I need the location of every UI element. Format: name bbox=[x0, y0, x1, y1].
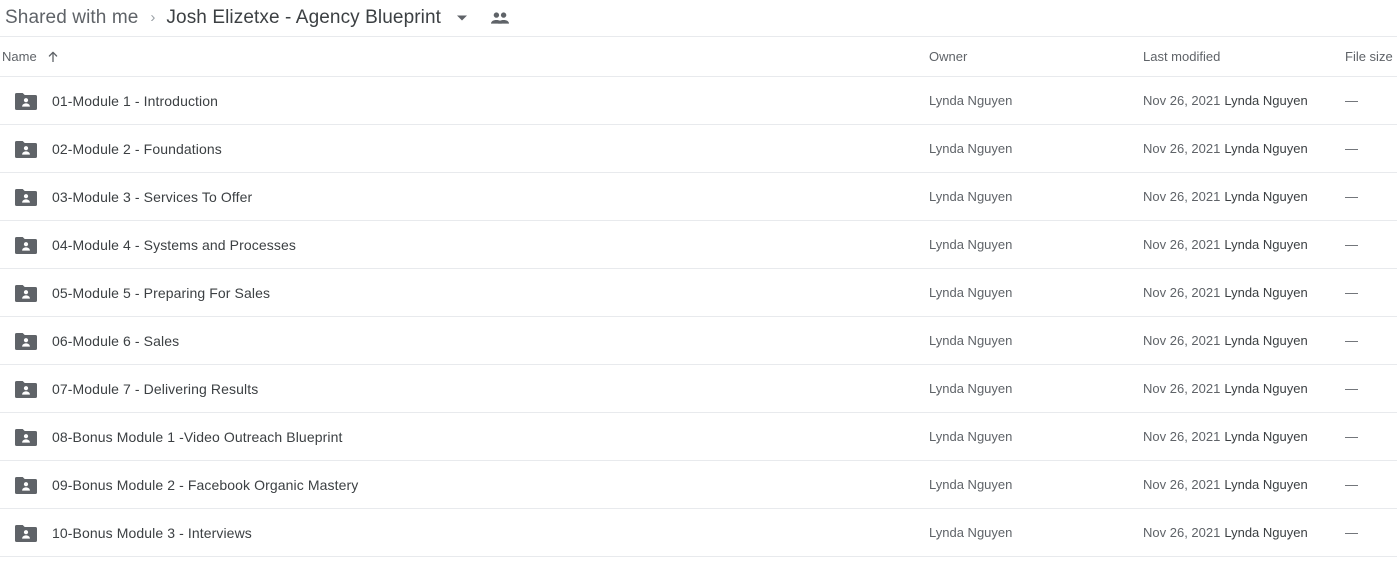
file-owner: Lynda Nguyen bbox=[929, 237, 1013, 252]
column-header-last-modified[interactable]: Last modified bbox=[1143, 49, 1220, 64]
last-modified-by: Lynda Nguyen bbox=[1224, 381, 1308, 396]
file-owner: Lynda Nguyen bbox=[929, 141, 1013, 156]
file-name[interactable]: 06-Module 6 - Sales bbox=[52, 333, 179, 349]
last-modified-by: Lynda Nguyen bbox=[1224, 93, 1308, 108]
column-header-name[interactable]: Name bbox=[2, 49, 61, 65]
table-row[interactable]: 03-Module 3 - Services To Offer Lynda Ngu… bbox=[0, 173, 1397, 221]
last-modified-date: Nov 26, 2021 bbox=[1143, 93, 1221, 108]
file-last-modified: Nov 26, 2021 Lynda Nguyen bbox=[1143, 93, 1308, 108]
file-name[interactable]: 10-Bonus Module 3 - Interviews bbox=[52, 525, 252, 541]
file-size: — bbox=[1345, 285, 1358, 300]
shared-folder-icon bbox=[14, 233, 38, 257]
shared-folder-icon bbox=[14, 185, 38, 209]
file-last-modified: Nov 26, 2021 Lynda Nguyen bbox=[1143, 189, 1308, 204]
breadcrumb-root-link[interactable]: Shared with me bbox=[5, 7, 138, 29]
file-owner: Lynda Nguyen bbox=[929, 429, 1013, 444]
shared-folder-icon bbox=[14, 473, 38, 497]
last-modified-date: Nov 26, 2021 bbox=[1143, 333, 1221, 348]
table-row[interactable]: 09-Bonus Module 2 - Facebook Organic Mas… bbox=[0, 461, 1397, 509]
file-name[interactable]: 05-Module 5 - Preparing For Sales bbox=[52, 285, 270, 301]
file-name[interactable]: 08-Bonus Module 1 -Video Outreach Bluepr… bbox=[52, 429, 342, 445]
shared-folder-icon bbox=[14, 329, 38, 353]
file-last-modified: Nov 26, 2021 Lynda Nguyen bbox=[1143, 285, 1308, 300]
file-size: — bbox=[1345, 237, 1358, 252]
breadcrumb-separator: › bbox=[150, 9, 156, 26]
file-size: — bbox=[1345, 333, 1358, 348]
shared-folder-icon bbox=[14, 137, 38, 161]
column-header-name-label: Name bbox=[2, 49, 37, 64]
last-modified-date: Nov 26, 2021 bbox=[1143, 429, 1221, 444]
last-modified-date: Nov 26, 2021 bbox=[1143, 285, 1221, 300]
file-name[interactable]: 04-Module 4 - Systems and Processes bbox=[52, 237, 296, 253]
column-header-file-size[interactable]: File size bbox=[1345, 49, 1393, 64]
file-owner: Lynda Nguyen bbox=[929, 525, 1013, 540]
file-size: — bbox=[1345, 477, 1358, 492]
table-row[interactable]: 06-Module 6 - Sales Lynda Nguyen Nov 26, 2… bbox=[0, 317, 1397, 365]
file-size: — bbox=[1345, 429, 1358, 444]
file-size: — bbox=[1345, 93, 1358, 108]
shared-folder-icon bbox=[14, 281, 38, 305]
file-size: — bbox=[1345, 525, 1358, 540]
file-name[interactable]: 01-Module 1 - Introduction bbox=[52, 93, 218, 109]
last-modified-by: Lynda Nguyen bbox=[1224, 141, 1308, 156]
last-modified-by: Lynda Nguyen bbox=[1224, 525, 1308, 540]
last-modified-date: Nov 26, 2021 bbox=[1143, 477, 1221, 492]
shared-folder-icon bbox=[14, 89, 38, 113]
file-size: — bbox=[1345, 189, 1358, 204]
shared-folder-icon bbox=[14, 377, 38, 401]
last-modified-by: Lynda Nguyen bbox=[1224, 429, 1308, 444]
table-row[interactable]: 05-Module 5 - Preparing For Sales Lynda N… bbox=[0, 269, 1397, 317]
shared-folder-icon bbox=[14, 521, 38, 545]
table-row[interactable]: 10-Bonus Module 3 - Interviews Lynda Nguy… bbox=[0, 509, 1397, 557]
breadcrumb-current-folder: Josh Elizetxe - Agency Blueprint bbox=[166, 7, 442, 28]
file-list: 01-Module 1 - Introduction Lynda Nguyen No… bbox=[0, 77, 1397, 557]
file-size: — bbox=[1345, 141, 1358, 156]
last-modified-date: Nov 26, 2021 bbox=[1143, 237, 1221, 252]
last-modified-date: Nov 26, 2021 bbox=[1143, 525, 1221, 540]
table-row[interactable]: 01-Module 1 - Introduction Lynda Nguyen No… bbox=[0, 77, 1397, 125]
file-owner: Lynda Nguyen bbox=[929, 93, 1013, 108]
table-row[interactable]: 02-Module 2 - Foundations Lynda Nguyen Nov… bbox=[0, 125, 1397, 173]
file-name[interactable]: 02-Module 2 - Foundations bbox=[52, 141, 222, 157]
table-row[interactable]: 08-Bonus Module 1 -Video Outreach Bluepr… bbox=[0, 413, 1397, 461]
file-name[interactable]: 03-Module 3 - Services To Offer bbox=[52, 189, 252, 205]
file-last-modified: Nov 26, 2021 Lynda Nguyen bbox=[1143, 429, 1308, 444]
file-owner: Lynda Nguyen bbox=[929, 189, 1013, 204]
file-owner: Lynda Nguyen bbox=[929, 333, 1013, 348]
breadcrumb: Shared with me › Josh Elizetxe - Agency … bbox=[0, 0, 1397, 37]
last-modified-by: Lynda Nguyen bbox=[1224, 237, 1308, 252]
people-shared-icon[interactable] bbox=[490, 8, 510, 28]
shared-folder-icon bbox=[14, 425, 38, 449]
file-owner: Lynda Nguyen bbox=[929, 381, 1013, 396]
file-last-modified: Nov 26, 2021 Lynda Nguyen bbox=[1143, 237, 1308, 252]
last-modified-date: Nov 26, 2021 bbox=[1143, 189, 1221, 204]
file-name[interactable]: 09-Bonus Module 2 - Facebook Organic Mas… bbox=[52, 477, 358, 493]
table-row[interactable]: 04-Module 4 - Systems and Processes Lynda… bbox=[0, 221, 1397, 269]
chevron-down-icon[interactable] bbox=[453, 9, 471, 27]
arrow-up-icon[interactable] bbox=[45, 49, 61, 65]
last-modified-date: Nov 26, 2021 bbox=[1143, 381, 1221, 396]
file-size: — bbox=[1345, 381, 1358, 396]
file-last-modified: Nov 26, 2021 Lynda Nguyen bbox=[1143, 333, 1308, 348]
file-last-modified: Nov 26, 2021 Lynda Nguyen bbox=[1143, 141, 1308, 156]
list-column-headers: Name Owner Last modified File size bbox=[0, 37, 1397, 77]
last-modified-by: Lynda Nguyen bbox=[1224, 285, 1308, 300]
file-owner: Lynda Nguyen bbox=[929, 477, 1013, 492]
file-last-modified: Nov 26, 2021 Lynda Nguyen bbox=[1143, 525, 1308, 540]
file-owner: Lynda Nguyen bbox=[929, 285, 1013, 300]
column-header-owner[interactable]: Owner bbox=[929, 49, 967, 64]
last-modified-by: Lynda Nguyen bbox=[1224, 333, 1308, 348]
file-last-modified: Nov 26, 2021 Lynda Nguyen bbox=[1143, 381, 1308, 396]
last-modified-date: Nov 26, 2021 bbox=[1143, 141, 1221, 156]
file-last-modified: Nov 26, 2021 Lynda Nguyen bbox=[1143, 477, 1308, 492]
last-modified-by: Lynda Nguyen bbox=[1224, 189, 1308, 204]
last-modified-by: Lynda Nguyen bbox=[1224, 477, 1308, 492]
file-name[interactable]: 07-Module 7 - Delivering Results bbox=[52, 381, 258, 397]
table-row[interactable]: 07-Module 7 - Delivering Results Lynda Ng… bbox=[0, 365, 1397, 413]
